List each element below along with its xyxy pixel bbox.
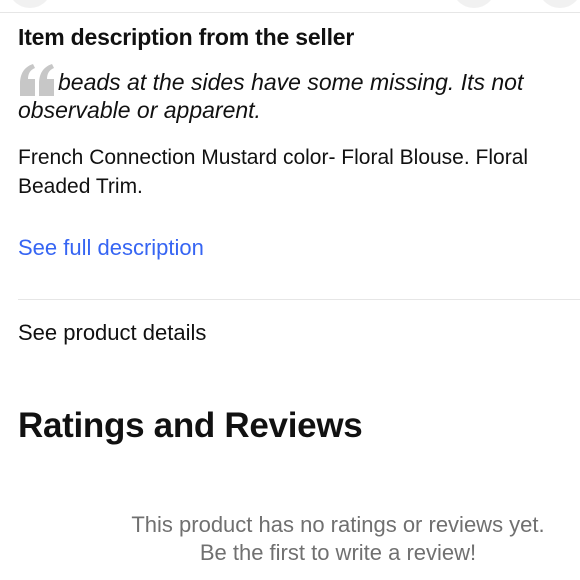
no-reviews-message: This product has no ratings or reviews y… [0,511,580,567]
no-reviews-line: This product has no ratings or reviews y… [131,512,545,537]
no-reviews-line: Be the first to write a review! [199,540,477,565]
item-page: Item description from the seller beads a… [0,0,580,580]
reviews-empty-clip: This product has no ratings or reviews y… [0,0,580,580]
